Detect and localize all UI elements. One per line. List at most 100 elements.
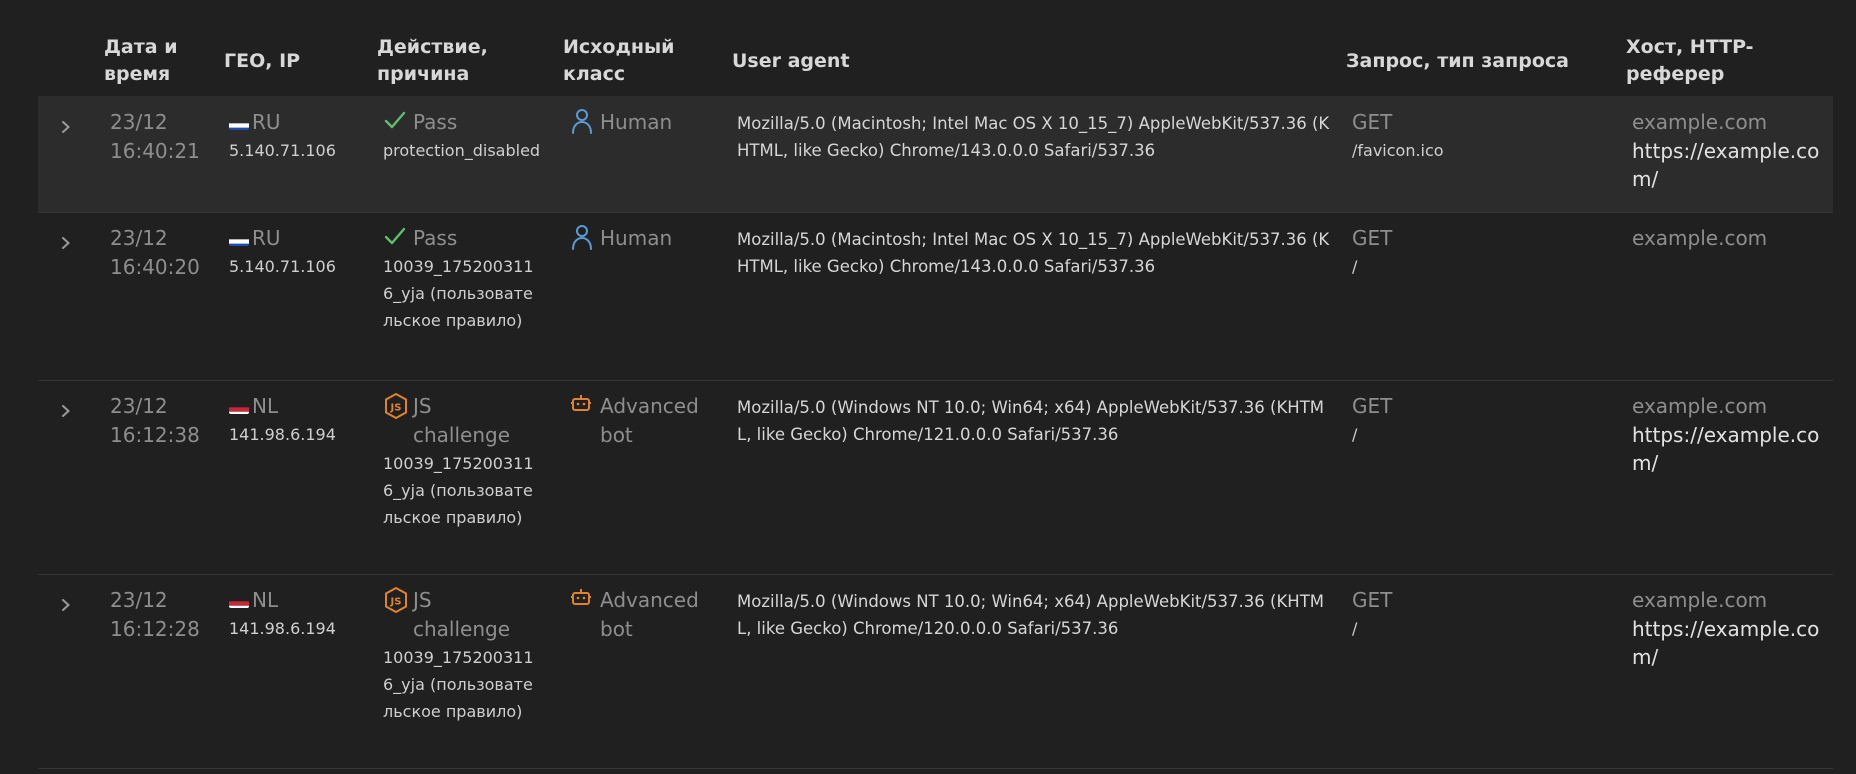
event-date: 23/12: [110, 226, 168, 250]
robot-icon: [570, 586, 594, 612]
user-agent: Mozilla/5.0 (Windows NT 10.0; Win64; x64…: [737, 592, 1325, 638]
table-row[interactable]: 23/12 16:12:38 NL 141.98.6.194 JS JS cha…: [38, 380, 1833, 575]
table-row[interactable]: 23/12 16:12:28 NL 141.98.6.194 JS JS cha…: [38, 574, 1833, 769]
country-code: RU: [252, 110, 281, 134]
geo-ip-cell: RU 5.140.71.106: [229, 224, 369, 280]
column-header-user-agent[interactable]: User agent: [732, 48, 932, 75]
check-icon: [383, 224, 407, 250]
source-class-label: Advanced bot: [600, 394, 699, 447]
host-cell: example.com https://example.com/: [1632, 108, 1822, 193]
ip-address[interactable]: 5.140.71.106: [229, 137, 369, 164]
http-referer[interactable]: https://example.com/: [1632, 615, 1822, 671]
chevron-right-icon[interactable]: [60, 121, 72, 133]
action-label: Pass: [413, 226, 458, 250]
request-path: /: [1352, 257, 1358, 276]
action-label: Pass: [413, 110, 458, 134]
event-date: 23/12: [110, 394, 168, 418]
column-header-geo-ip[interactable]: ГЕО, IP: [224, 48, 354, 75]
request-path: /: [1352, 619, 1358, 638]
action-label: JS challenge: [413, 394, 511, 447]
event-date: 23/12: [110, 588, 168, 612]
svg-text:JS: JS: [390, 597, 402, 608]
event-time: 16:40:21: [110, 139, 200, 163]
source-class-label: Advanced bot: [600, 588, 699, 641]
action-cell: JS JS challenge 10039_1752003116_yja (по…: [383, 586, 543, 725]
host-name: example.com: [1632, 394, 1768, 418]
table-header: Дата и время ГЕО, IP Действие, причина И…: [38, 0, 1833, 96]
event-time: 16:40:20: [110, 255, 200, 279]
country-code: NL: [252, 394, 279, 418]
person-icon: [570, 108, 594, 134]
column-header-action-reason[interactable]: Действие, причина: [377, 34, 497, 88]
source-class-cell: Human: [570, 108, 730, 137]
event-date: 23/12: [110, 110, 168, 134]
request-path: /favicon.ico: [1352, 141, 1444, 160]
datetime-cell: 23/12 16:12:28: [110, 586, 210, 644]
column-header-host-referer[interactable]: Хост, HTTP-реферер: [1626, 34, 1786, 88]
host-name: example.com: [1632, 110, 1768, 134]
person-icon: [570, 224, 594, 250]
source-class-cell: Advanced bot: [570, 586, 730, 644]
request-method: GET: [1352, 394, 1393, 418]
event-time: 16:12:38: [110, 423, 200, 447]
column-header-datetime[interactable]: Дата и время: [104, 34, 194, 88]
host-cell: example.com https://example.com/: [1632, 586, 1822, 671]
host-name: example.com: [1632, 226, 1768, 250]
user-agent: Mozilla/5.0 (Windows NT 10.0; Win64; x64…: [737, 398, 1325, 444]
column-header-source-class[interactable]: Исходный класс: [563, 34, 683, 88]
host-cell: example.com: [1632, 224, 1822, 253]
request-method: GET: [1352, 110, 1393, 134]
js-shield-icon: JS: [383, 586, 407, 614]
table-row[interactable]: 23/12 16:40:21 RU 5.140.71.106 Pass prot…: [38, 96, 1833, 213]
user-agent: Mozilla/5.0 (Macintosh; Intel Mac OS X 1…: [737, 114, 1330, 160]
geo-ip-cell: RU 5.140.71.106: [229, 108, 369, 164]
action-reason: 10039_1752003116_yja (пользовательское п…: [383, 648, 534, 721]
http-referer[interactable]: https://example.com/: [1632, 137, 1822, 193]
request-cell: GET /: [1352, 224, 1602, 280]
country-flag-icon: [229, 232, 249, 246]
chevron-right-icon[interactable]: [60, 599, 72, 611]
request-cell: GET /: [1352, 392, 1602, 448]
country-flag-icon: [229, 400, 249, 414]
event-time: 16:12:28: [110, 617, 200, 641]
check-icon: [383, 108, 407, 134]
ip-address[interactable]: 5.140.71.106: [229, 253, 369, 280]
action-cell: Pass 10039_1752003116_yja (пользовательс…: [383, 224, 543, 334]
ip-address[interactable]: 141.98.6.194: [229, 615, 369, 642]
svg-text:JS: JS: [390, 403, 402, 414]
host-name: example.com: [1632, 588, 1768, 612]
request-cell: GET /favicon.ico: [1352, 108, 1602, 164]
datetime-cell: 23/12 16:12:38: [110, 392, 210, 450]
column-header-request[interactable]: Запрос, тип запроса: [1346, 48, 1586, 75]
action-cell: JS JS challenge 10039_1752003116_yja (по…: [383, 392, 543, 531]
source-class-label: Human: [600, 226, 673, 250]
user-agent: Mozilla/5.0 (Macintosh; Intel Mac OS X 1…: [737, 230, 1330, 276]
robot-icon: [570, 392, 594, 418]
geo-ip-cell: NL 141.98.6.194: [229, 586, 369, 642]
country-code: NL: [252, 588, 279, 612]
js-shield-icon: JS: [383, 392, 407, 420]
source-class-cell: Advanced bot: [570, 392, 730, 450]
ip-address[interactable]: 141.98.6.194: [229, 421, 369, 448]
action-cell: Pass protection_disabled: [383, 108, 543, 164]
request-method: GET: [1352, 588, 1393, 612]
action-reason: 10039_1752003116_yja (пользовательское п…: [383, 257, 534, 330]
country-flag-icon: [229, 594, 249, 608]
country-flag-icon: [229, 116, 249, 130]
action-label: JS challenge: [413, 588, 511, 641]
source-class-label: Human: [600, 110, 673, 134]
datetime-cell: 23/12 16:40:21: [110, 108, 210, 166]
datetime-cell: 23/12 16:40:20: [110, 224, 210, 282]
request-method: GET: [1352, 226, 1393, 250]
geo-ip-cell: NL 141.98.6.194: [229, 392, 369, 448]
country-code: RU: [252, 226, 281, 250]
request-path: /: [1352, 425, 1358, 444]
action-reason: 10039_1752003116_yja (пользовательское п…: [383, 454, 534, 527]
request-cell: GET /: [1352, 586, 1602, 642]
table-row[interactable]: 23/12 16:40:20 RU 5.140.71.106 Pass 1003…: [38, 212, 1833, 381]
action-reason: protection_disabled: [383, 141, 541, 160]
source-class-cell: Human: [570, 224, 730, 253]
http-referer[interactable]: https://example.com/: [1632, 421, 1822, 477]
chevron-right-icon[interactable]: [60, 405, 72, 417]
chevron-right-icon[interactable]: [60, 237, 72, 249]
